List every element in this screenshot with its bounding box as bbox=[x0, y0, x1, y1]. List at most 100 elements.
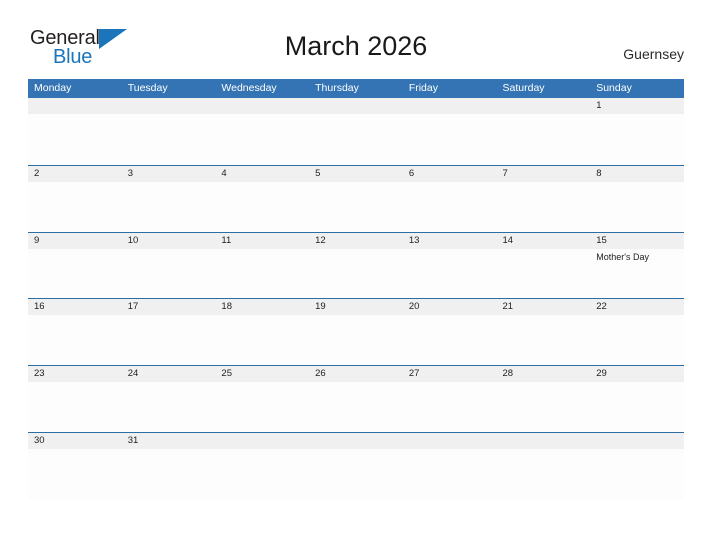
day-event bbox=[34, 449, 122, 451]
day-cell[interactable]: 12 bbox=[309, 233, 403, 299]
day-event bbox=[596, 182, 684, 184]
day-event bbox=[221, 382, 309, 384]
day-event bbox=[596, 315, 684, 317]
day-cell[interactable]: 22 bbox=[590, 299, 684, 365]
day-cell[interactable]: 2 bbox=[28, 166, 122, 232]
calendar-week-row: 30 31 bbox=[28, 431, 684, 499]
day-number: 17 bbox=[127, 301, 139, 313]
day-number: 29 bbox=[596, 368, 607, 380]
day-event bbox=[315, 382, 403, 384]
weekday-header-friday: Friday bbox=[408, 82, 438, 94]
weekday-header-wednesday: Wednesday bbox=[221, 82, 277, 94]
day-cell[interactable]: 3 bbox=[122, 166, 216, 232]
day-number: 8 bbox=[596, 167, 602, 179]
day-cell[interactable]: 20 bbox=[403, 299, 497, 365]
day-number: 20 bbox=[408, 301, 420, 313]
day-event bbox=[409, 249, 497, 251]
day-cell[interactable] bbox=[590, 433, 684, 499]
day-cell[interactable]: 8 bbox=[590, 166, 684, 232]
calendar-week-row: 16 17 18 19 20 21 22 bbox=[28, 298, 684, 366]
day-cell[interactable] bbox=[497, 433, 591, 499]
day-event bbox=[128, 382, 216, 384]
day-number: 27 bbox=[408, 368, 420, 380]
day-event bbox=[503, 249, 591, 251]
day-number: 30 bbox=[34, 434, 45, 446]
day-cell[interactable]: 28 bbox=[497, 366, 591, 432]
day-cell[interactable]: 16 bbox=[28, 299, 122, 365]
day-number: 18 bbox=[221, 301, 232, 313]
day-event bbox=[221, 315, 309, 317]
day-event bbox=[503, 315, 591, 317]
day-number: 15 bbox=[596, 234, 607, 246]
day-cell[interactable] bbox=[215, 98, 309, 165]
day-number: 31 bbox=[127, 434, 139, 446]
calendar-page: General Blue March 2026 Guernsey Monday … bbox=[0, 0, 712, 550]
day-cell[interactable]: 19 bbox=[309, 299, 403, 365]
day-event bbox=[34, 315, 122, 317]
day-cell[interactable]: 17 bbox=[122, 299, 216, 365]
day-cell[interactable]: 10 bbox=[122, 233, 216, 299]
day-event bbox=[315, 249, 403, 251]
day-cell[interactable]: 11 bbox=[215, 233, 309, 299]
day-event bbox=[128, 449, 216, 451]
day-event bbox=[128, 249, 216, 251]
day-number: 6 bbox=[408, 167, 415, 179]
day-cell[interactable]: 14 bbox=[497, 233, 591, 299]
day-number: 21 bbox=[502, 301, 514, 313]
calendar-week-row: 2 3 4 5 6 7 8 bbox=[28, 164, 684, 232]
day-cell[interactable]: 18 bbox=[215, 299, 309, 365]
day-cell[interactable] bbox=[497, 98, 591, 165]
day-cell[interactable]: 21 bbox=[497, 299, 591, 365]
day-event bbox=[596, 114, 684, 116]
day-event bbox=[315, 315, 403, 317]
day-cell[interactable]: 29 bbox=[590, 366, 684, 432]
day-cell[interactable] bbox=[215, 433, 309, 499]
day-event bbox=[128, 182, 216, 184]
day-number: 11 bbox=[221, 234, 232, 246]
weekday-header-saturday: Saturday bbox=[502, 82, 545, 94]
day-event bbox=[503, 382, 591, 384]
day-cell[interactable] bbox=[309, 98, 403, 165]
day-number: 4 bbox=[221, 167, 227, 179]
day-cell[interactable]: 6 bbox=[403, 166, 497, 232]
day-cell[interactable]: 23 bbox=[28, 366, 122, 432]
day-number: 16 bbox=[34, 301, 45, 313]
day-cell-holiday[interactable]: 15 Mother's Day bbox=[590, 233, 684, 299]
day-cell[interactable] bbox=[403, 98, 497, 165]
day-cell[interactable] bbox=[309, 433, 403, 499]
day-cell[interactable] bbox=[403, 433, 497, 499]
day-cell[interactable]: 4 bbox=[215, 166, 309, 232]
day-cell[interactable]: 1 bbox=[590, 98, 684, 165]
page-header: General Blue March 2026 Guernsey bbox=[0, 0, 712, 76]
day-number: 1 bbox=[596, 100, 602, 111]
day-number: 9 bbox=[34, 234, 40, 246]
day-cell[interactable]: 25 bbox=[215, 366, 309, 432]
day-number: 3 bbox=[127, 167, 133, 179]
day-cell[interactable] bbox=[122, 98, 216, 165]
weekday-header-sunday: Sunday bbox=[596, 82, 632, 94]
day-event-holiday: Mother's Day bbox=[596, 251, 649, 262]
day-cell[interactable]: 13 bbox=[403, 233, 497, 299]
day-number: 2 bbox=[34, 167, 40, 179]
day-number: 14 bbox=[502, 234, 514, 246]
weekday-header-monday: Monday bbox=[34, 82, 72, 94]
day-cell[interactable]: 5 bbox=[309, 166, 403, 232]
day-event bbox=[409, 382, 497, 384]
page-title: March 2026 bbox=[284, 31, 428, 61]
country-label: Guernsey bbox=[623, 46, 684, 62]
day-cell[interactable]: 7 bbox=[497, 166, 591, 232]
day-cell[interactable]: 24 bbox=[122, 366, 216, 432]
day-cell[interactable] bbox=[28, 98, 122, 165]
day-number: 7 bbox=[502, 167, 508, 179]
day-event bbox=[503, 182, 591, 184]
day-cell[interactable]: 26 bbox=[309, 366, 403, 432]
day-cell[interactable]: 30 bbox=[28, 433, 122, 499]
day-event bbox=[34, 182, 122, 184]
calendar-week-row: 23 24 25 26 27 28 29 bbox=[28, 365, 684, 432]
weekday-header-tuesday: Tuesday bbox=[127, 82, 168, 94]
day-cell[interactable]: 9 bbox=[28, 233, 122, 299]
day-number: 19 bbox=[315, 301, 326, 313]
day-cell[interactable]: 31 bbox=[122, 433, 216, 499]
day-cell[interactable]: 27 bbox=[403, 366, 497, 432]
day-number: 23 bbox=[34, 368, 45, 380]
